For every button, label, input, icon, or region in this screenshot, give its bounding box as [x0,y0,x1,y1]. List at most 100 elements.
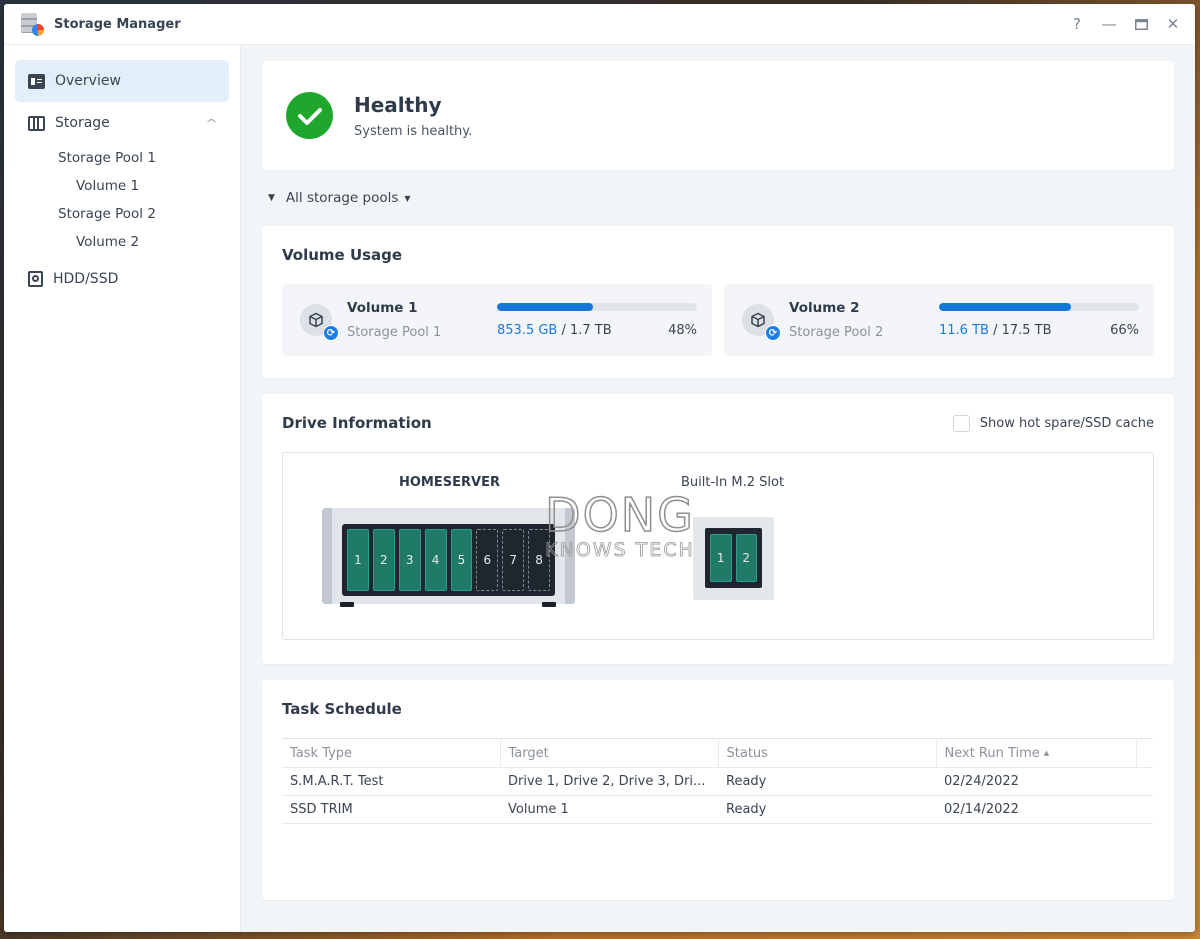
nas-foot [340,602,354,607]
column-header-next-run-time[interactable]: Next Run Time ▲ [936,738,1137,768]
title-bar: Storage Manager ? — ✕ [4,4,1195,45]
drive-bay: 8 [528,529,550,591]
table-cell: S.M.A.R.T. Test [282,767,500,796]
window-title: Storage Manager [54,16,181,32]
health-card: Healthy System is healthy. [262,61,1174,170]
chevron-up-icon[interactable]: ^ [205,117,218,130]
table-cell-spacer [1136,767,1153,796]
nas-chassis: 12345678 [322,508,575,604]
table-row[interactable]: S.M.A.R.T. Test Drive 1, Drive 2, Drive 3… [282,767,1153,796]
sort-ascending-icon: ▲ [1043,748,1050,757]
usage-bar-fill [497,302,593,311]
volume-usage-card: Volume Usage ⟳ Volume 1 Storage Pool 1 8… [262,226,1174,378]
pool-filter[interactable]: ▼ All storage pools ▼ [262,170,1174,226]
separator: / [557,322,570,338]
dropdown-arrow-icon[interactable]: ▼ [404,194,410,203]
nas-name: HOMESERVER [399,475,500,490]
sidebar-item-overview[interactable]: Overview [15,60,229,102]
maximize-button[interactable] [1125,10,1157,38]
storage-manager-app-icon [20,12,44,36]
overview-icon [28,73,45,89]
sidebar: Overview Storage ^ Storage Pool 1 Volume… [4,45,241,932]
m2-slot[interactable]: 2 [735,534,757,582]
table-cell: 02/14/2022 [936,795,1136,824]
sync-icon: ⟳ [765,325,781,341]
usage-bar [497,302,697,311]
volume-pool: Storage Pool 2 [789,325,884,340]
drive-bay[interactable]: 3 [398,529,421,591]
volume-name: Volume 2 [789,300,860,316]
column-header-label: Next Run Time [944,745,1040,761]
drive-bay[interactable]: 1 [347,529,369,591]
drive-information-title: Drive Information [282,414,432,432]
pool-filter-label[interactable]: All storage pools [286,190,398,206]
task-table: Task Type Target Status Next Run Time ▲ S… [282,738,1153,824]
volume-card[interactable]: ⟳ Volume 1 Storage Pool 1 853.5 GB / 1.7 [282,284,712,356]
m2-slot[interactable]: 1 [710,534,732,582]
table-cell: SSD TRIM [282,795,500,824]
m2-slot-module: 12 [693,517,774,600]
table-cell-spacer [1136,795,1153,824]
volume-cube-icon: ⟳ [300,304,339,341]
sidebar-item-storage-pool-2[interactable]: Storage Pool 2 [15,200,229,228]
usage-percent: 66% [1110,322,1139,338]
usage-percent: 48% [668,322,697,338]
volume-usage-title: Volume Usage [282,246,403,264]
separator: / [988,322,1002,338]
close-button[interactable]: ✕ [1157,10,1189,38]
hdd-icon [28,271,43,287]
task-schedule-card: Task Schedule Task Type Target Status Ne… [262,680,1174,900]
main-content: Healthy System is healthy. ▼ All storage… [241,45,1195,932]
usage-bar [939,302,1139,311]
hot-spare-label: Show hot spare/SSD cache [979,415,1154,431]
sidebar-item-volume-2[interactable]: Volume 2 [15,228,229,256]
column-header-spacer [1136,738,1153,768]
sidebar-item-storage[interactable]: Storage ^ [15,102,229,144]
table-cell: 02/24/2022 [936,767,1136,796]
total-space: 17.5 TB [1001,322,1052,338]
column-header-task-type[interactable]: Task Type [282,738,501,768]
drive-bay: 6 [476,529,499,591]
sidebar-item-volume-1[interactable]: Volume 1 [15,172,229,200]
storage-icon [28,115,45,131]
sidebar-item-label: Overview [55,73,121,89]
m2-slots: 12 [705,528,762,588]
used-space: 853.5 GB [497,322,558,338]
checkbox-box[interactable] [952,414,970,432]
collapse-triangle-icon[interactable]: ▼ [268,193,275,203]
maximize-icon [1134,18,1148,30]
drive-bay[interactable]: 2 [372,529,395,591]
table-cell: Ready [718,795,936,824]
help-button[interactable]: ? [1061,10,1093,38]
volume-card[interactable]: ⟳ Volume 2 Storage Pool 2 11.6 TB / 17.5 [724,284,1154,356]
drive-bays: 12345678 [342,524,555,596]
sidebar-item-hdd-ssd[interactable]: HDD/SSD [15,258,229,300]
used-space: 11.6 TB [939,322,989,338]
drive-information-card: Drive Information Show hot spare/SSD cac… [262,394,1174,664]
table-header-row: Task Type Target Status Next Run Time ▲ [282,738,1153,768]
volume-name: Volume 1 [347,300,418,316]
sidebar-item-storage-pool-1[interactable]: Storage Pool 1 [15,144,229,172]
column-header-target[interactable]: Target [500,738,719,768]
table-cell: Ready [718,767,936,796]
table-row[interactable]: SSD TRIM Volume 1 Ready 02/14/2022 [282,795,1153,824]
drive-bay: 7 [502,529,525,591]
health-message: System is healthy. [354,123,473,139]
storage-manager-window: Storage Manager ? — ✕ Overview Storage ^… [4,4,1195,932]
drive-bay[interactable]: 4 [424,529,447,591]
check-circle-icon [286,92,333,139]
sidebar-item-label: Storage [55,115,110,131]
volume-cube-icon: ⟳ [742,304,781,341]
table-cell: Volume 1 [500,795,718,824]
hot-spare-checkbox[interactable]: Show hot spare/SSD cache [952,414,1154,432]
task-schedule-title: Task Schedule [282,700,402,718]
minimize-button[interactable]: — [1093,10,1125,38]
column-header-status[interactable]: Status [718,738,937,768]
drive-bay[interactable]: 5 [450,529,473,591]
table-cell: Drive 1, Drive 2, Drive 3, Dri... [500,767,718,796]
total-space: 1.7 TB [570,322,612,338]
nas-foot [542,602,556,607]
sync-icon: ⟳ [323,325,339,341]
health-status: Healthy [354,92,442,117]
sidebar-item-label: HDD/SSD [53,271,119,287]
